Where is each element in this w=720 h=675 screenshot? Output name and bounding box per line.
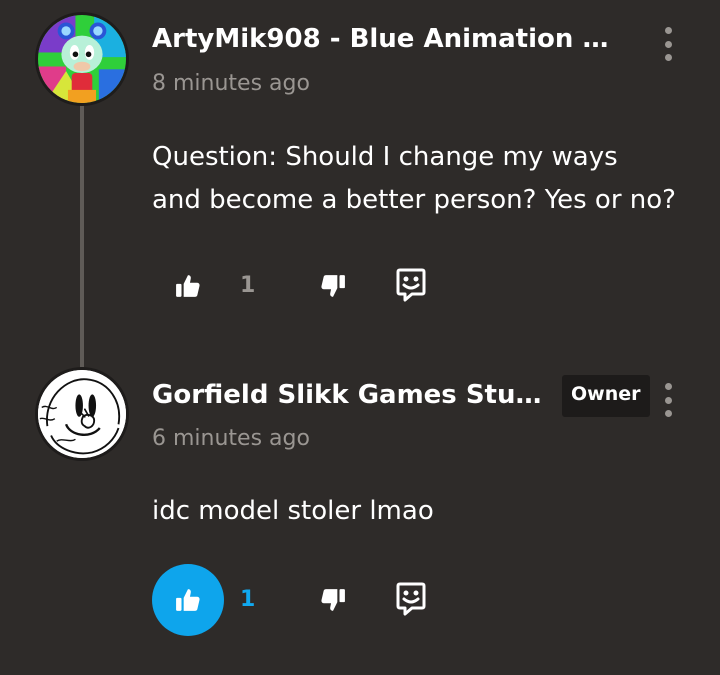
like-count: 1 [240,273,256,298]
thumbs-up-icon [176,589,200,611]
comment-timestamp: 8 minutes ago [152,71,310,96]
comment-menu-button[interactable] [656,27,680,61]
reply-speech-icon [396,268,426,302]
owner-badge: Owner [562,375,650,417]
thread-connector-line [80,105,84,367]
like-button[interactable] [152,564,224,636]
author-name[interactable]: ArtyMik908 - Blue Animation [152,24,573,54]
comment-body-line: and become a better person? Yes or no? [152,185,676,215]
thumbs-up-icon [176,275,200,297]
comment-menu-button[interactable] [656,383,680,417]
author-name[interactable]: Gorfield Slikk Games Stud... [152,380,552,410]
more-vertical-icon [664,27,672,34]
like-count: 1 [240,587,256,612]
reply-button[interactable] [394,580,428,618]
like-button[interactable] [152,250,224,322]
cartoon-character-avatar-image [38,15,126,103]
sketch-face-avatar-image [38,370,126,458]
comment-author[interactable]: Gorfield Slikk Games Stud... [152,380,552,410]
comment-body: idc model stoler lmao [152,490,434,533]
author-handle[interactable]: @... [582,27,622,53]
comment-body: Question: Should I change my ways and be… [152,136,676,222]
comment-author[interactable]: ArtyMik908 - Blue Animation @... [152,24,622,54]
comment-body-line: idc model stoler lmao [152,496,434,526]
comment-actions: 1 [152,250,452,322]
comment-actions: 1 [152,564,452,636]
dislike-button[interactable] [317,270,349,302]
thumbs-down-icon [321,275,345,297]
avatar[interactable] [35,12,129,106]
comment-thread: ArtyMik908 - Blue Animation @... 8 minut… [0,0,720,675]
reply-speech-icon [396,582,426,616]
comment-body-line: Question: Should I change my ways [152,142,618,172]
comment-timestamp: 6 minutes ago [152,426,310,451]
more-vertical-icon [664,383,672,390]
dislike-button[interactable] [317,584,349,616]
avatar[interactable] [35,367,129,461]
reply-button[interactable] [394,266,428,304]
thumbs-down-icon [321,589,345,611]
